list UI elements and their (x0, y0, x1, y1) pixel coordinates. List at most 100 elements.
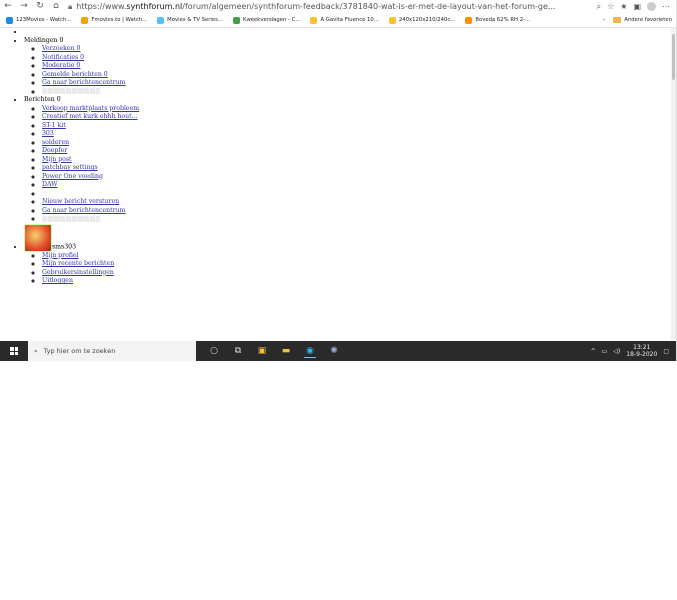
username: sms303 (52, 243, 77, 250)
user-avatar[interactable] (24, 223, 52, 252)
bookmark-label: Kweekverslagen - C... (242, 17, 301, 23)
forward-icon[interactable]: → (16, 0, 32, 13)
message-link[interactable]: 303 (42, 130, 54, 137)
messages-count: 0 (56, 96, 61, 103)
url-host: synthforum.nl (126, 2, 183, 11)
profile-avatar[interactable] (647, 1, 656, 11)
store-icon[interactable]: ▣ (256, 345, 268, 357)
url-path: /forum/algemeen/synthforum-feedback/3781… (182, 2, 556, 11)
home-icon[interactable]: ⌂ (48, 0, 64, 13)
chevron-right-icon[interactable]: › (603, 17, 605, 23)
message-link[interactable]: patchbay settings (42, 164, 98, 171)
bookmark-label: 123Movies - Watch... (16, 17, 72, 23)
messages-heading: Berichten (24, 96, 55, 103)
bookmark-label: A Gavita Fluence 10... (320, 17, 379, 23)
bookmark-item[interactable]: 240x120x210/240c... (388, 16, 456, 24)
address-bar[interactable]: 🔒︎ https://www. synthforum.nl/forum/algem… (68, 1, 593, 12)
notifications-link[interactable]: Notificaties 0 (42, 54, 84, 61)
favorites-icon[interactable]: ★ (620, 2, 627, 12)
loading-placeholder (42, 215, 100, 222)
scroll-thumb[interactable] (672, 34, 675, 80)
other-favorites-label: Andere favorieten (624, 17, 672, 23)
moderation-link[interactable]: Moderatie 0 (42, 62, 80, 69)
message-link[interactable]: DAW (42, 181, 58, 188)
edge-browser-icon[interactable]: ◉ (304, 345, 316, 358)
clock-date: 18-9-2020 (626, 351, 658, 358)
cortana-icon[interactable]: ○ (208, 345, 220, 357)
bookmark-label: Fmovies.to | Watch... (91, 17, 148, 23)
forum-page-content: Meldingen 0 Verzoeken 0 Notificaties 0 M… (0, 28, 670, 340)
app-icon[interactable]: ✺ (328, 345, 340, 357)
windows-taskbar: ⌕ Typ hier om te zoeken ○ ⧉ ▣ ▬ ◉ ✺ ^ ▭ … (0, 341, 676, 361)
message-link[interactable]: Mijn post (42, 156, 72, 163)
bookmark-item[interactable]: Boveda 62% RH 2-... (465, 16, 531, 24)
zoom-icon[interactable]: ⌕ (597, 2, 601, 12)
bookmark-item[interactable]: Kweekverslagen - C... (232, 16, 301, 24)
bookmark-icon (310, 16, 318, 24)
search-placeholder: Typ hier om te zoeken (43, 347, 116, 355)
notifications-heading: Meldingen (24, 36, 58, 44)
browser-window: ← → ↻ ⌂ 🔒︎ https://www. synthforum.nl/for… (0, 0, 677, 361)
my-profile-link[interactable]: Mijn profiel (42, 252, 79, 259)
url-prefix: https://www. (76, 2, 127, 11)
page-scrollbar[interactable] (671, 28, 676, 340)
message-link[interactable]: solderen (42, 139, 69, 146)
message-link[interactable]: Power One voeding (42, 173, 103, 180)
loading-placeholder (42, 88, 100, 94)
requests-link[interactable]: Verzoeken 0 (42, 45, 80, 52)
back-icon[interactable]: ← (0, 0, 16, 13)
new-message-link[interactable]: Nieuw bericht versturen (42, 198, 119, 205)
windows-logo-icon (10, 347, 18, 355)
folder-icon (613, 17, 622, 23)
bookmark-label: Movies & TV Series... (167, 17, 223, 23)
bookmark-item[interactable]: A Gavita Fluence 10... (310, 16, 379, 24)
reported-messages-link[interactable]: Gemelde berichten 0 (42, 71, 108, 78)
other-favorites-folder[interactable]: Andere favorieten (613, 17, 672, 23)
refresh-icon[interactable]: ↻ (32, 0, 48, 13)
notification-center-icon[interactable]: ▢ (663, 348, 669, 355)
favorite-star-icon[interactable]: ☆ (607, 2, 614, 12)
network-icon[interactable]: ▭ (602, 348, 608, 355)
collections-icon[interactable]: ▣ (633, 2, 641, 12)
notifications-section: Meldingen 0 Verzoeken 0 Notificaties 0 M… (24, 37, 670, 97)
bookmark-icon (465, 16, 473, 24)
task-view-icon[interactable]: ⧉ (232, 345, 244, 357)
bookmark-item[interactable]: Movies & TV Series... (157, 16, 223, 24)
taskbar-search[interactable]: ⌕ Typ hier om te zoeken (28, 341, 196, 361)
user-section: sms303 Mijn profiel Mijn recente bericht… (24, 223, 670, 286)
clock[interactable]: 13:21 18-9-2020 (626, 344, 657, 358)
bookmark-item[interactable]: Fmovies.to | Watch... (81, 16, 148, 24)
search-icon: ⌕ (34, 346, 38, 355)
volume-icon[interactable]: ◁) (613, 348, 620, 355)
my-recent-posts-link[interactable]: Mijn recente berichten (42, 260, 114, 267)
bookmark-item[interactable]: 123Movies - Watch... (6, 16, 72, 24)
bookmark-icon (157, 16, 165, 24)
message-link[interactable]: ST-1 kit (42, 122, 66, 129)
bookmark-label: Boveda 62% RH 2-... (475, 17, 531, 23)
top-menu-list: Meldingen 0 Verzoeken 0 Notificaties 0 M… (0, 28, 670, 286)
lock-icon: 🔒︎ (68, 1, 73, 11)
empty-list-item (24, 28, 670, 37)
bookmarks-bar: 123Movies - Watch... Fmovies.to | Watch.… (0, 13, 676, 28)
chevron-up-icon[interactable]: ^ (591, 348, 596, 355)
bookmark-label: 240x120x210/240c... (398, 17, 456, 23)
empty-list-item (42, 190, 670, 199)
browser-toolbar: ← → ↻ ⌂ 🔒︎ https://www. synthforum.nl/for… (0, 0, 676, 13)
message-link[interactable]: Doepfer (42, 147, 67, 154)
logout-link[interactable]: Uitloggen (42, 277, 73, 284)
messages-section: Berichten 0 Verkoop marktplaats probleem… (24, 96, 670, 224)
message-link[interactable]: Verkoop marktplaats probleem (42, 105, 139, 112)
bookmark-icon (232, 16, 240, 24)
file-explorer-icon[interactable]: ▬ (280, 345, 292, 357)
bookmark-icon (6, 16, 13, 24)
bookmark-icon (388, 16, 396, 24)
bookmark-icon (81, 16, 89, 24)
user-settings-link[interactable]: Gebruikersinstellingen (42, 269, 114, 276)
message-center-link[interactable]: Ga naar berichtencentrum (42, 79, 125, 86)
clock-time: 13:21 (633, 344, 651, 351)
more-icon[interactable]: ⋯ (662, 2, 670, 12)
start-button[interactable] (0, 341, 28, 361)
message-link[interactable]: Creatief met kurk ehhh hout... (42, 113, 137, 120)
message-center-link[interactable]: Ga naar berichtencentrum (42, 207, 125, 214)
notifications-count: 0 (59, 36, 64, 44)
